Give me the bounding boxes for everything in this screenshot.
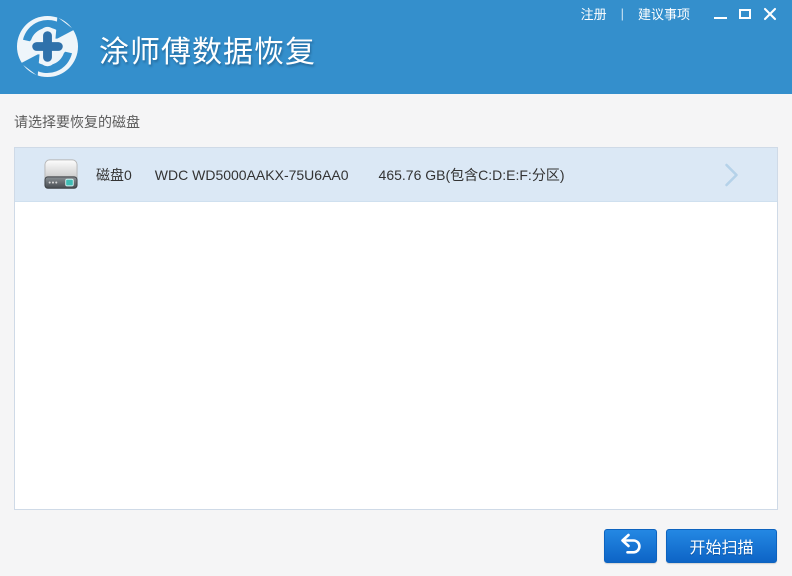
- footer-actions: 开始扫描: [604, 529, 777, 563]
- titlebar-separator: |: [620, 6, 624, 21]
- main-content: 请选择要恢复的磁盘 磁盘0 WDC WD5000AAKX-75U6AA0 465…: [0, 112, 792, 510]
- app-header: 涂师傅数据恢复 注册 | 建议事项: [0, 0, 792, 94]
- disk-model: WDC WD5000AAKX-75U6AA0: [154, 166, 349, 183]
- minimize-icon[interactable]: [709, 3, 731, 25]
- window-controls: [706, 3, 781, 25]
- disk-name: 磁盘0: [96, 166, 132, 183]
- chevron-right-icon: [724, 163, 739, 187]
- app-window: 涂师傅数据恢复 注册 | 建议事项 请选择要恢复的磁盘 磁盘0 WDC WD50…: [0, 0, 792, 576]
- disk-capacity: 465.76 GB(包含C:D:E:F:分区): [378, 166, 565, 183]
- select-disk-prompt: 请选择要恢复的磁盘: [14, 114, 140, 130]
- app-title: 涂师傅数据恢复: [99, 36, 316, 69]
- undo-arrow-icon: [618, 532, 644, 561]
- register-link[interactable]: 注册: [581, 4, 607, 23]
- suggestions-link[interactable]: 建议事项: [638, 4, 690, 23]
- disk-list-panel: 磁盘0 WDC WD5000AAKX-75U6AA0 465.76 GB(包含C…: [14, 147, 778, 510]
- maximize-icon[interactable]: [734, 3, 756, 25]
- hard-drive-icon: [42, 158, 80, 192]
- close-icon[interactable]: [759, 3, 781, 25]
- back-button[interactable]: [604, 529, 657, 563]
- titlebar: 注册 | 建议事项: [581, 0, 792, 27]
- disk-row[interactable]: 磁盘0 WDC WD5000AAKX-75U6AA0 465.76 GB(包含C…: [15, 148, 777, 202]
- app-logo-icon: [16, 15, 79, 78]
- start-scan-button[interactable]: 开始扫描: [666, 529, 777, 563]
